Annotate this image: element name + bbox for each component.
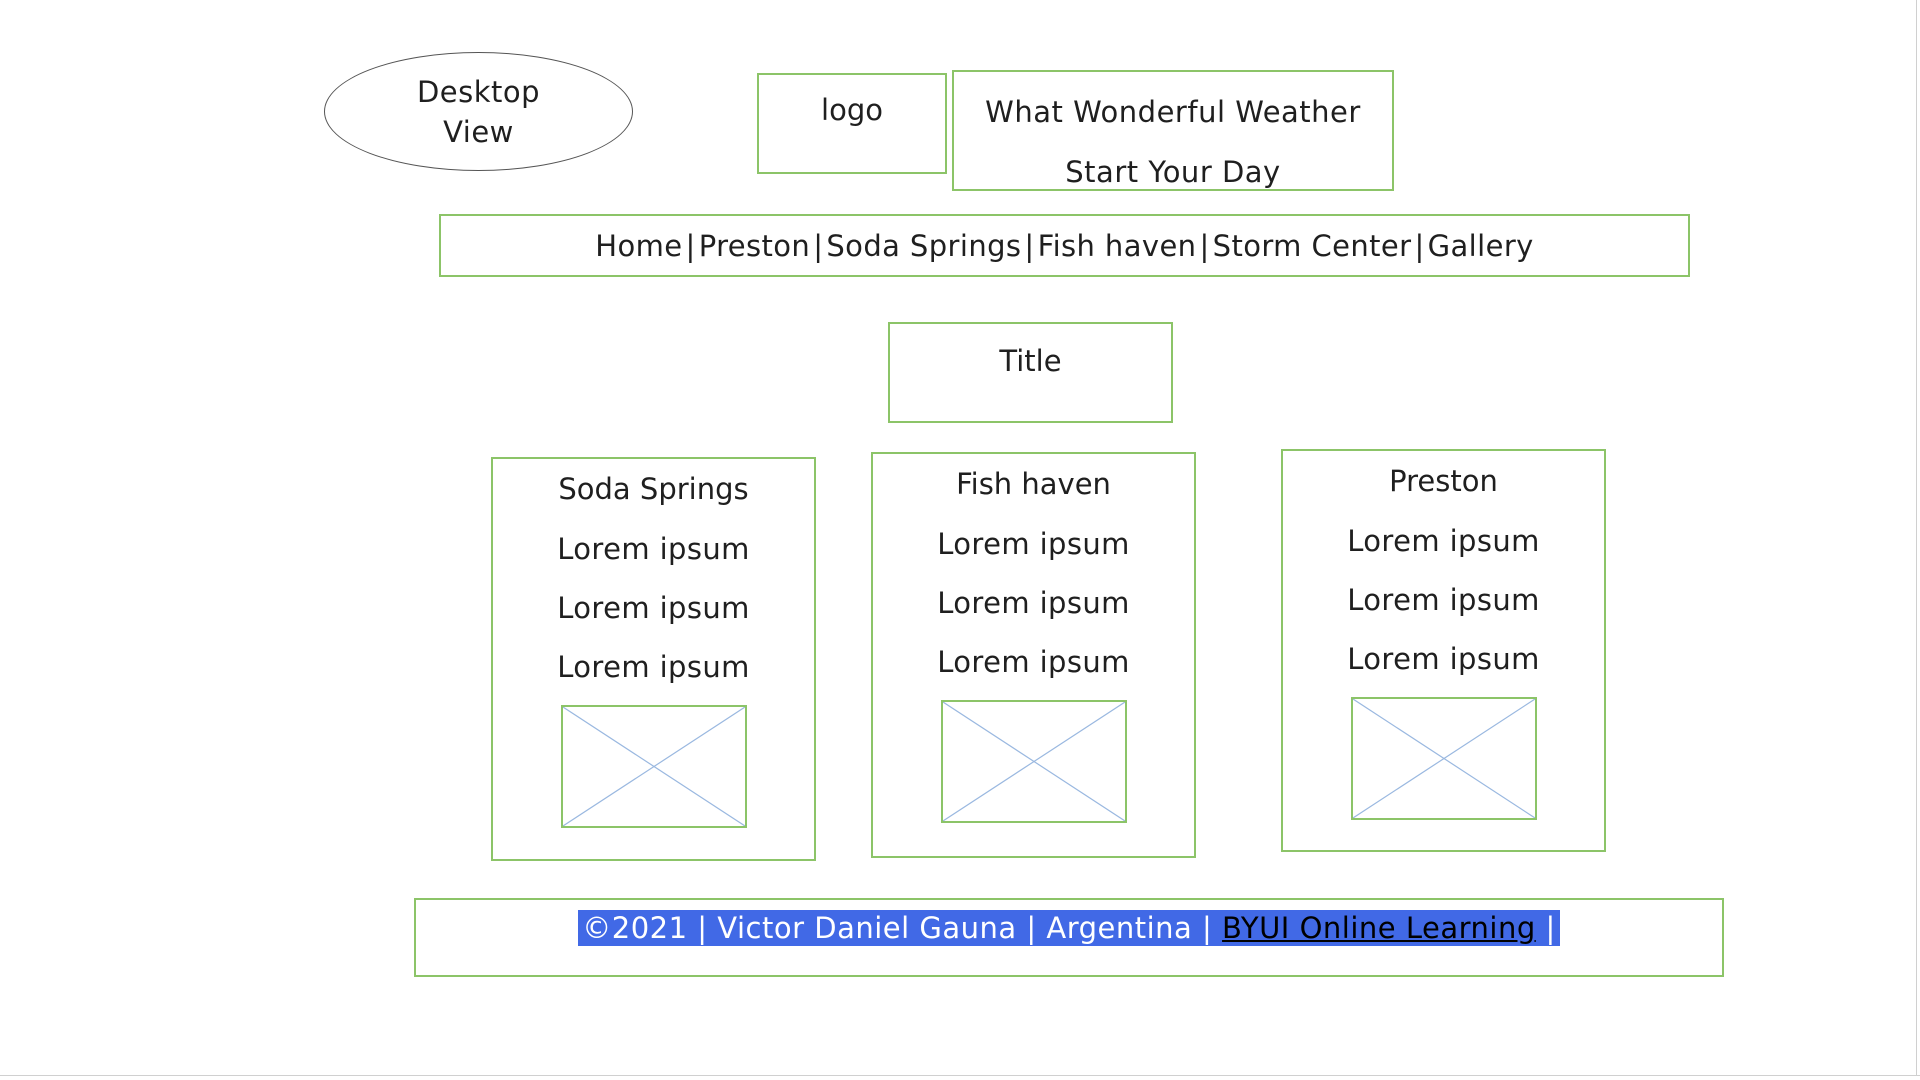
card-title: Soda Springs bbox=[558, 472, 749, 506]
tagline-line2: Start Your Day bbox=[1065, 155, 1281, 189]
footer-tail: | bbox=[1535, 911, 1556, 945]
logo-label: logo bbox=[821, 93, 883, 127]
page-title: Title bbox=[999, 344, 1062, 378]
nav-item-gallery[interactable]: Gallery bbox=[1428, 229, 1534, 263]
card-text-line: Lorem ipsum bbox=[1347, 524, 1540, 558]
card-text-line: Lorem ipsum bbox=[937, 586, 1130, 620]
card-soda-springs: Soda Springs Lorem ipsum Lorem ipsum Lor… bbox=[491, 457, 816, 861]
card-text-line: Lorem ipsum bbox=[1347, 642, 1540, 676]
footer-box: ©2021 | Victor Daniel Gauna | Argentina … bbox=[414, 898, 1724, 977]
nav-item-storm-center[interactable]: Storm Center bbox=[1213, 229, 1412, 263]
nav-separator: | bbox=[685, 228, 696, 263]
image-placeholder-icon bbox=[560, 705, 747, 828]
tagline-line1: What Wonderful Weather bbox=[985, 95, 1361, 129]
nav-item-preston[interactable]: Preston bbox=[699, 229, 811, 263]
card-fish-haven: Fish haven Lorem ipsum Lorem ipsum Lorem… bbox=[871, 452, 1196, 858]
nav-separator: | bbox=[1414, 228, 1425, 263]
card-text-line: Lorem ipsum bbox=[557, 591, 750, 625]
nav-separator: | bbox=[1024, 228, 1035, 263]
nav-item-home[interactable]: Home bbox=[595, 229, 682, 263]
nav-item-soda-springs[interactable]: Soda Springs bbox=[826, 229, 1021, 263]
logo-box: logo bbox=[757, 73, 947, 174]
page-edge-bottom bbox=[0, 1075, 1920, 1076]
card-title: Preston bbox=[1389, 464, 1498, 498]
desktop-view-line1: Desktop bbox=[416, 74, 541, 109]
nav-bar: Home | Preston | Soda Springs | Fish haven | Sto… bbox=[439, 214, 1690, 277]
card-text-line: Lorem ipsum bbox=[557, 650, 750, 684]
footer-text: ©2021 | Victor Daniel Gauna | Argentina … bbox=[582, 911, 1223, 945]
card-text-line: Lorem ipsum bbox=[557, 532, 750, 566]
nav-item-fish-haven[interactable]: Fish haven bbox=[1038, 229, 1197, 263]
image-placeholder-icon bbox=[940, 700, 1127, 823]
nav-separator: | bbox=[813, 228, 824, 263]
image-placeholder-icon bbox=[1350, 697, 1537, 820]
card-text-line: Lorem ipsum bbox=[937, 527, 1130, 561]
footer-link[interactable]: BYUI Online Learning bbox=[1222, 911, 1536, 945]
desktop-view-label: Desktop View bbox=[324, 52, 633, 171]
title-box: Title bbox=[888, 322, 1173, 423]
card-title: Fish haven bbox=[956, 467, 1111, 501]
card-preston: Preston Lorem ipsum Lorem ipsum Lorem ip… bbox=[1281, 449, 1606, 852]
page-edge-right bbox=[1916, 0, 1917, 1076]
nav-separator: | bbox=[1199, 228, 1210, 263]
card-text-line: Lorem ipsum bbox=[937, 645, 1130, 679]
card-text-line: Lorem ipsum bbox=[1347, 583, 1540, 617]
tagline-box: What Wonderful Weather Start Your Day bbox=[952, 70, 1394, 191]
desktop-view-line2: View bbox=[443, 114, 514, 149]
footer-selection: ©2021 | Victor Daniel Gauna | Argentina … bbox=[578, 910, 1560, 946]
